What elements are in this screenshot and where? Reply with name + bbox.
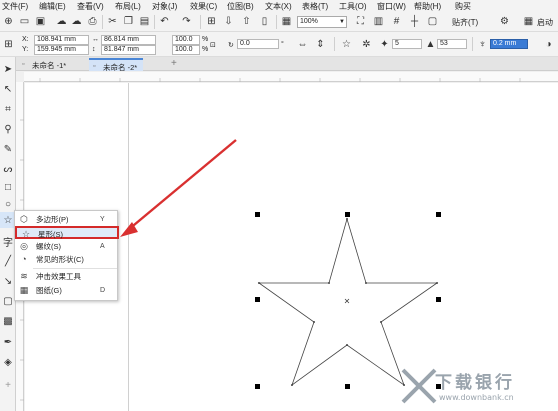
spiral-icon: ◎ [20, 241, 28, 251]
canvas-drawing [20, 78, 521, 401]
flyout-item-spiral[interactable]: ◎ 螺纹(S) A [15, 240, 119, 253]
flyout-item-impact-tool[interactable]: ≋ 冲击效果工具 [15, 270, 119, 283]
flyout-item-polygon[interactable]: ⬡ 多边形(P) Y [15, 213, 119, 226]
graph-paper-icon: ▦ [19, 285, 29, 295]
impact-tool-icon: ≋ [20, 271, 28, 281]
center-marker [344, 298, 350, 304]
watermark-logo: 下载银行 www.downbank.cn [395, 366, 555, 408]
annotation-arrow [120, 139, 237, 237]
selection-handles [255, 212, 441, 389]
shape-flyout-menu: ⬡ 多边形(P) Y ☆ 星形(S) ◎ 螺纹(S) A ◔ 常见的形状(C) … [14, 210, 119, 301]
common-shapes-icon: ◔ [21, 254, 27, 264]
flyout-item-common-shapes[interactable]: ◔ 常见的形状(C) [15, 253, 119, 266]
flyout-item-graph-paper[interactable]: ▦ 图纸(G) D [15, 284, 119, 297]
polygon-icon: ⬡ [20, 214, 28, 224]
flyout-item-star[interactable]: ☆ 星形(S) [15, 226, 119, 239]
